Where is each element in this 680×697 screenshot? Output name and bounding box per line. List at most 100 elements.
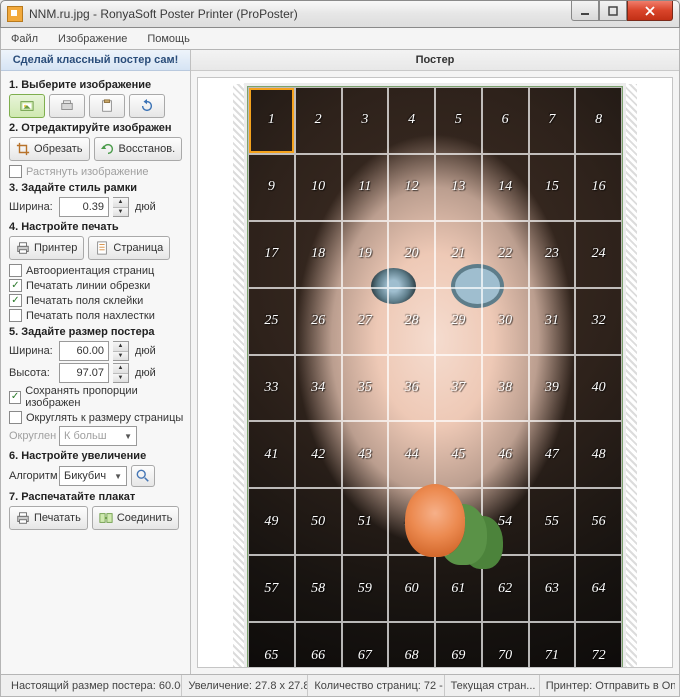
restore-button[interactable]: Восстанов. (94, 137, 183, 161)
rounding-combo[interactable]: К больш▼ (59, 426, 137, 446)
poster-tile[interactable]: 12 (388, 154, 435, 221)
poster-tile[interactable]: 60 (388, 555, 435, 622)
poster-tile[interactable]: 19 (342, 221, 389, 288)
poster-tile[interactable]: 59 (342, 555, 389, 622)
poster-tile[interactable]: 38 (482, 355, 529, 422)
border-width-spinner[interactable]: ▲▼ (113, 197, 129, 217)
poster-tile[interactable]: 30 (482, 288, 529, 355)
poster-tile[interactable]: 52 (388, 488, 435, 555)
close-button[interactable] (627, 1, 673, 21)
cut-lines-checkbox[interactable] (9, 279, 22, 292)
poster-tile[interactable]: 68 (388, 622, 435, 668)
poster-tile[interactable]: 6 (482, 87, 529, 154)
poster-tile[interactable]: 29 (435, 288, 482, 355)
poster-tile[interactable]: 56 (575, 488, 622, 555)
printer-button[interactable]: Принтер (9, 236, 84, 260)
poster-tile[interactable]: 1 (248, 87, 295, 154)
poster-tile[interactable]: 25 (248, 288, 295, 355)
poster-tile[interactable]: 18 (295, 221, 342, 288)
poster-tile[interactable]: 51 (342, 488, 389, 555)
poster-tile[interactable]: 39 (529, 355, 576, 422)
poster-tile[interactable]: 26 (295, 288, 342, 355)
auto-orient-checkbox[interactable] (9, 264, 22, 277)
poster-preview[interactable]: 1234567891011121314151617181920212223242… (247, 86, 623, 668)
poster-tile[interactable]: 16 (575, 154, 622, 221)
menu-file[interactable]: Файл (5, 31, 44, 47)
preview-zoom-button[interactable] (131, 465, 155, 487)
poster-tile[interactable]: 11 (342, 154, 389, 221)
poster-tile[interactable]: 8 (575, 87, 622, 154)
poster-tile[interactable]: 27 (342, 288, 389, 355)
print-button[interactable]: Печатать (9, 506, 88, 530)
poster-tile[interactable]: 48 (575, 421, 622, 488)
open-image-button[interactable] (9, 94, 45, 118)
maximize-button[interactable] (599, 1, 627, 21)
poster-tile[interactable]: 64 (575, 555, 622, 622)
poster-tile[interactable]: 5 (435, 87, 482, 154)
poster-tile[interactable]: 72 (575, 622, 622, 668)
poster-tile[interactable]: 62 (482, 555, 529, 622)
poster-tile[interactable]: 53 (435, 488, 482, 555)
poster-tile[interactable]: 41 (248, 421, 295, 488)
join-button[interactable]: Соединить (92, 506, 180, 530)
poster-tile[interactable]: 17 (248, 221, 295, 288)
poster-tile[interactable]: 42 (295, 421, 342, 488)
poster-tile[interactable]: 35 (342, 355, 389, 422)
poster-tile[interactable]: 9 (248, 154, 295, 221)
poster-tile[interactable]: 69 (435, 622, 482, 668)
poster-tile[interactable]: 20 (388, 221, 435, 288)
poster-tile[interactable]: 47 (529, 421, 576, 488)
poster-tile[interactable]: 50 (295, 488, 342, 555)
poster-tile[interactable]: 54 (482, 488, 529, 555)
poster-height-input[interactable]: 97.07 (59, 363, 109, 383)
poster-tile[interactable]: 14 (482, 154, 529, 221)
stretch-checkbox[interactable] (9, 165, 22, 178)
poster-tile[interactable]: 63 (529, 555, 576, 622)
poster-tile[interactable]: 46 (482, 421, 529, 488)
algorithm-combo[interactable]: Бикубич▼ (59, 466, 127, 486)
poster-tile[interactable]: 61 (435, 555, 482, 622)
poster-tile[interactable]: 24 (575, 221, 622, 288)
minimize-button[interactable] (571, 1, 599, 21)
poster-tile[interactable]: 15 (529, 154, 576, 221)
poster-tile[interactable]: 23 (529, 221, 576, 288)
round-page-checkbox[interactable] (9, 411, 22, 424)
poster-tile[interactable]: 13 (435, 154, 482, 221)
rotate-button[interactable] (129, 94, 165, 118)
poster-tile[interactable]: 7 (529, 87, 576, 154)
scan-button[interactable] (49, 94, 85, 118)
poster-tile[interactable]: 67 (342, 622, 389, 668)
poster-height-spinner[interactable]: ▲▼ (113, 363, 129, 383)
poster-tile[interactable]: 4 (388, 87, 435, 154)
poster-tile[interactable]: 2 (295, 87, 342, 154)
poster-width-spinner[interactable]: ▲▼ (113, 341, 129, 361)
menu-image[interactable]: Изображение (52, 31, 133, 47)
poster-tile[interactable]: 3 (342, 87, 389, 154)
poster-tile[interactable]: 55 (529, 488, 576, 555)
poster-tile[interactable]: 10 (295, 154, 342, 221)
poster-width-input[interactable]: 60.00 (59, 341, 109, 361)
poster-tile[interactable]: 44 (388, 421, 435, 488)
border-width-input[interactable]: 0.39 (59, 197, 109, 217)
overlap-fields-checkbox[interactable] (9, 309, 22, 322)
poster-tile[interactable]: 31 (529, 288, 576, 355)
poster-tile[interactable]: 28 (388, 288, 435, 355)
page-button[interactable]: Страница (88, 236, 170, 260)
glue-fields-checkbox[interactable] (9, 294, 22, 307)
poster-tile[interactable]: 34 (295, 355, 342, 422)
crop-button[interactable]: Обрезать (9, 137, 90, 161)
poster-tile[interactable]: 70 (482, 622, 529, 668)
poster-tile[interactable]: 33 (248, 355, 295, 422)
poster-tile[interactable]: 65 (248, 622, 295, 668)
poster-tile[interactable]: 21 (435, 221, 482, 288)
poster-tile[interactable]: 45 (435, 421, 482, 488)
menu-help[interactable]: Помощь (141, 31, 196, 47)
poster-tile[interactable]: 43 (342, 421, 389, 488)
poster-tile[interactable]: 71 (529, 622, 576, 668)
keep-prop-checkbox[interactable] (9, 391, 21, 404)
clipboard-button[interactable] (89, 94, 125, 118)
poster-tile[interactable]: 22 (482, 221, 529, 288)
poster-tile[interactable]: 40 (575, 355, 622, 422)
poster-tile[interactable]: 36 (388, 355, 435, 422)
poster-tile[interactable]: 37 (435, 355, 482, 422)
